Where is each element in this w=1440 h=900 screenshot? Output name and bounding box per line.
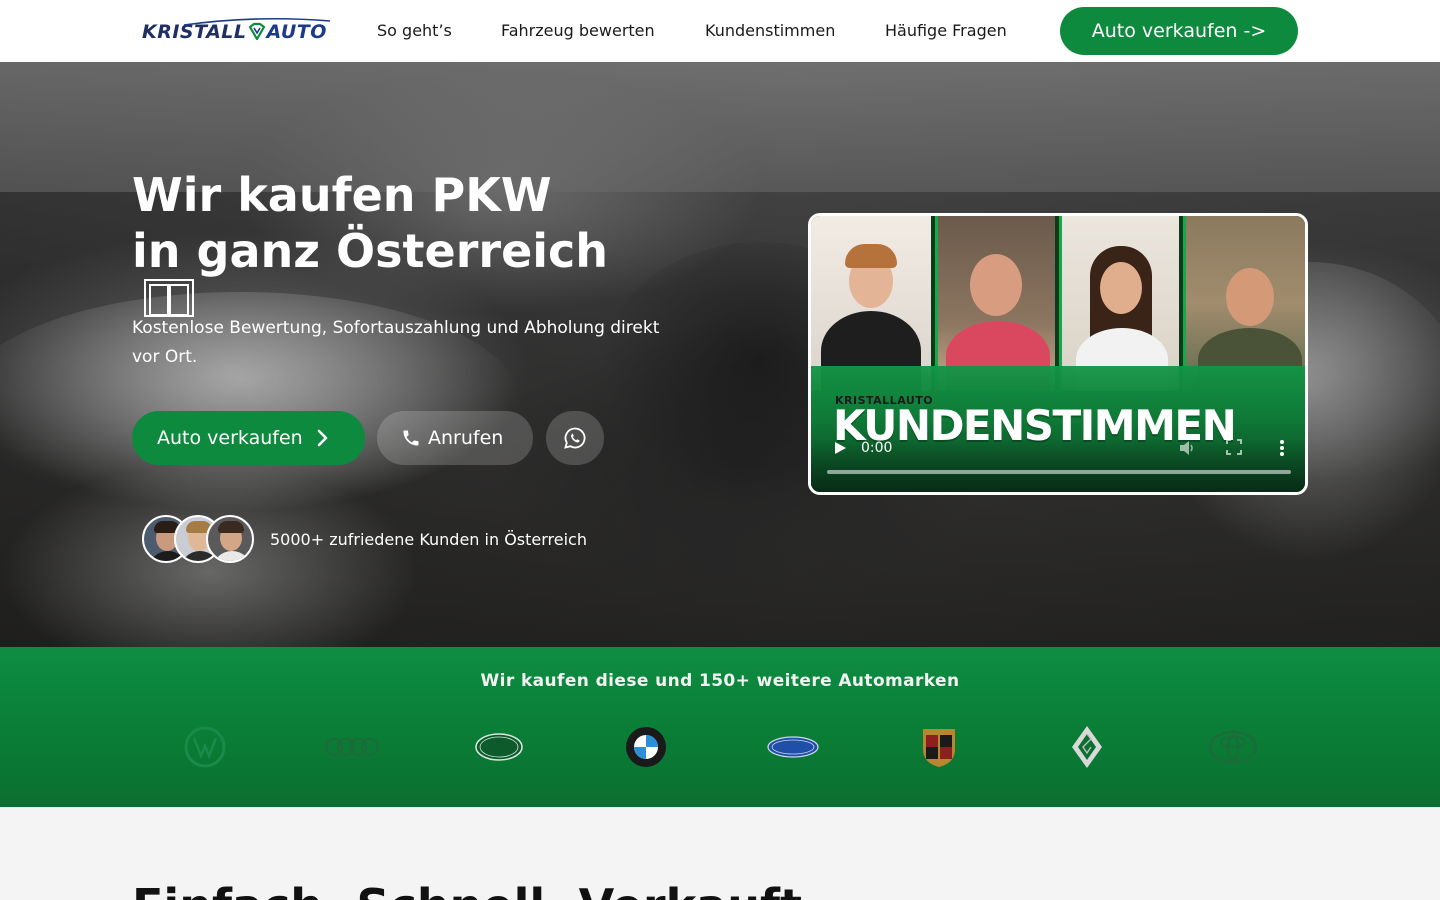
car-brands-section: Wir kaufen diese und 150+ weitere Automa… (0, 647, 1440, 807)
video-panel-1 (811, 216, 931, 391)
hero-title-line-2-text: in ganz Österreich (132, 224, 609, 278)
ford-logo-icon (766, 725, 820, 769)
hero-title: Wir kaufen PKW in ganz Österreich (132, 167, 752, 317)
volume-icon[interactable] (1177, 438, 1197, 458)
land-rover-logo-icon (474, 725, 524, 769)
toyota-logo-icon (1207, 725, 1259, 769)
call-button[interactable]: Anrufen (377, 411, 533, 465)
hero-sell-car-label: Auto verkaufen (157, 427, 303, 449)
how-it-works-section: Einfach. Schnell. Verkauft. (0, 807, 1440, 900)
fullscreen-icon[interactable] (1225, 438, 1243, 456)
hero-sell-car-button[interactable]: Auto verkaufen (132, 411, 365, 465)
video-panel-4 (1183, 216, 1305, 391)
whatsapp-button[interactable] (546, 411, 604, 465)
hero-section: Wir kaufen PKW in ganz Österreich Kosten… (0, 62, 1440, 647)
video-progress-bar[interactable] (827, 470, 1291, 474)
person-hair (845, 244, 897, 268)
nav-link-so-gehts[interactable]: So geht’s (377, 21, 452, 40)
hero-subtitle: Kostenlose Bewertung, Sofortauszahlung u… (132, 318, 660, 367)
whatsapp-icon (564, 427, 586, 449)
person-face (1100, 262, 1142, 314)
avatar (206, 515, 254, 563)
top-navigation: KRISTALL AUTO So geht’s Fahrzeug bewerte… (0, 0, 1440, 62)
renault-logo-icon (1064, 725, 1110, 769)
social-proof-text: 5000+ zufriedene Kunden in Österreich (270, 530, 587, 549)
person-head (970, 254, 1022, 316)
austria-flag-icon (144, 279, 194, 317)
call-button-label: Anrufen (428, 427, 504, 449)
video-panel-2 (935, 216, 1055, 391)
phone-icon (403, 430, 419, 446)
brands-title: Wir kaufen diese und 150+ weitere Automa… (480, 671, 960, 691)
person-head (1226, 268, 1274, 326)
porsche-logo-icon (916, 725, 962, 769)
nav-link-haeufige-fragen[interactable]: Häufige Fragen (885, 21, 1007, 40)
section-title: Einfach. Schnell. Verkauft. (132, 879, 819, 900)
nav-sell-car-button[interactable]: Auto verkaufen -> (1060, 7, 1298, 55)
vw-logo-icon (182, 725, 228, 769)
section-title-light: Einfach. Schnell. (132, 879, 563, 900)
avatar-hair (218, 521, 244, 533)
testimonial-video[interactable]: KRISTALLAUTO KUNDENSTIMMEN 0:00 (808, 213, 1308, 495)
more-options-icon[interactable] (1277, 438, 1287, 458)
customer-avatars (142, 515, 262, 563)
play-icon[interactable] (833, 441, 847, 455)
chevron-right-icon (317, 429, 327, 447)
nav-link-kundenstimmen[interactable]: Kundenstimmen (705, 21, 835, 40)
bmw-logo-icon (623, 725, 669, 769)
avatar-body (212, 551, 252, 561)
kristallauto-logo[interactable]: KRISTALL AUTO (142, 17, 332, 45)
hero-title-line-2: in ganz Österreich (132, 223, 752, 317)
video-panel-3 (1059, 216, 1179, 391)
video-time: 0:00 (861, 440, 893, 456)
nav-link-fahrzeug-bewerten[interactable]: Fahrzeug bewerten (501, 21, 655, 40)
hero-title-line-1: Wir kaufen PKW (132, 168, 552, 222)
audi-logo-icon (324, 725, 380, 769)
logo-swoosh-icon (183, 17, 331, 26)
section-title-bold: Verkauft. (579, 879, 820, 900)
